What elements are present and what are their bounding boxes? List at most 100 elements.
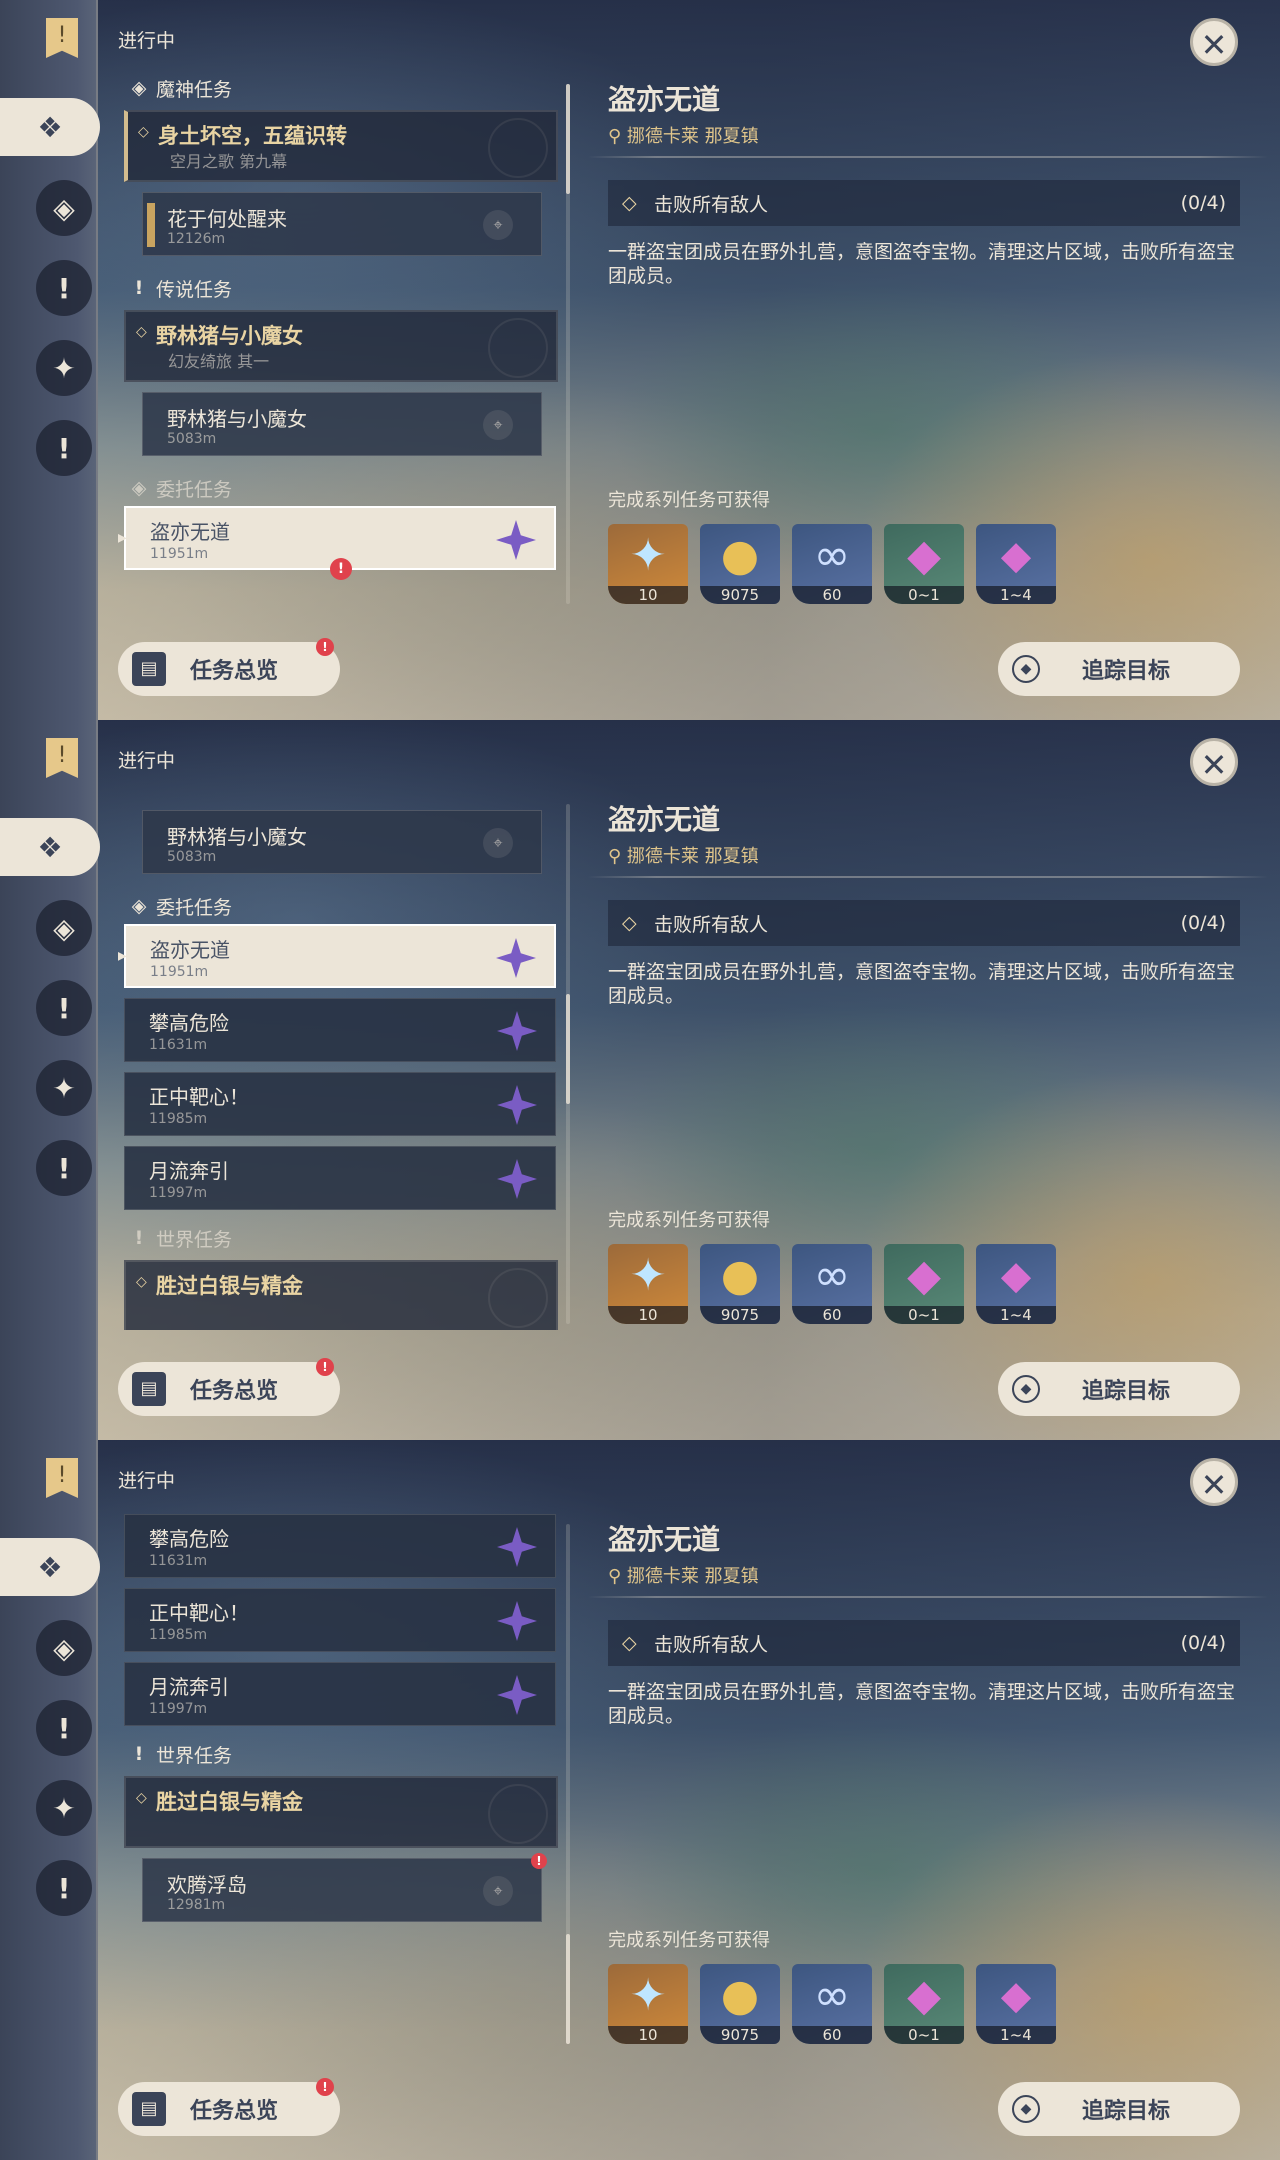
quest-title: 盗亦无道: [150, 938, 230, 962]
quest-overview-button[interactable]: ▤ 任务总览!: [118, 2078, 340, 2136]
scroll-thumb[interactable]: [566, 1934, 570, 2044]
quest-commission-2[interactable]: 攀高危险 11631m: [124, 998, 556, 1062]
quest-commission-4[interactable]: 月流奔引 11997m: [124, 1662, 556, 1726]
reward-primogem[interactable]: ✦ 10: [608, 524, 688, 604]
all-quests-tab[interactable]: ❖: [0, 98, 100, 156]
track-diamond-icon: ◆: [1012, 2095, 1040, 2123]
bookmark-icon[interactable]: !: [46, 738, 78, 778]
quest-commission-1[interactable]: ▶ 盗亦无道 11951m !: [118, 506, 556, 580]
quest-overview-button[interactable]: ▤ 任务总览!: [118, 1358, 340, 1416]
legend-quests-tab[interactable]: !: [36, 260, 92, 316]
quest-legend-step[interactable]: 野林猪与小魔女 5083m ⌖: [142, 392, 542, 456]
objective-diamond-icon: ◇: [622, 1632, 637, 1654]
exclamation-icon: !: [57, 991, 71, 1025]
commission-quests-tab[interactable]: ✦: [36, 340, 92, 396]
list-scrollbar[interactable]: [566, 1524, 570, 2044]
world-quests-tab[interactable]: !: [36, 1140, 92, 1196]
reward-crystal-cluster[interactable]: ⬥ 1~4: [976, 1964, 1056, 2044]
quest-world-step[interactable]: 欢腾浮岛 12981m ⌖ !: [142, 1853, 547, 1922]
reward-exp[interactable]: ∞ 60: [792, 1964, 872, 2044]
quest-commission-4[interactable]: 月流奔引 11997m: [124, 1146, 556, 1210]
track-target-button[interactable]: ◆ 追踪目标: [998, 2082, 1240, 2136]
reward-exp[interactable]: ∞ 60: [792, 524, 872, 604]
alert-icon: !: [316, 638, 334, 656]
quest-legend-main[interactable]: ◇ 野林猪与小魔女 幻友绮旅 其一: [124, 310, 558, 382]
scroll-thumb[interactable]: [566, 994, 570, 1104]
archon-emblem-icon: [488, 118, 548, 178]
quest-archon-main[interactable]: ◇ 身土坏空，五蕴识转 空月之歌 第九幕: [124, 110, 558, 182]
reward-mora[interactable]: ● 9075: [700, 1964, 780, 2044]
close-button[interactable]: ✕: [1190, 18, 1238, 66]
section-commission: ◈ 委托任务: [118, 888, 564, 924]
quest-archon-step[interactable]: 花于何处醒来 12126m ⌖: [142, 192, 542, 256]
quest-title: 攀高危险: [149, 1527, 229, 1551]
track-target-button[interactable]: ◆ 追踪目标: [998, 642, 1240, 696]
reward-crystal[interactable]: ◆ 0~1: [884, 1964, 964, 2044]
reward-crystal[interactable]: ◆ 0~1: [884, 524, 964, 604]
quest-world-main[interactable]: ◇ 胜过白银与精金: [124, 1260, 558, 1330]
location-pin-icon[interactable]: ⌖: [483, 210, 513, 240]
commission-quests-tab[interactable]: ✦: [36, 1780, 92, 1836]
reward-count: 9075: [700, 1306, 780, 1324]
quest-overview-button[interactable]: ▤ 任务总览!: [118, 638, 340, 696]
all-quests-tab[interactable]: ❖: [0, 1538, 100, 1596]
mora-icon: ●: [720, 1970, 760, 2021]
exp-icon: ∞: [813, 1970, 851, 2021]
close-button[interactable]: ✕: [1190, 1458, 1238, 1506]
reward-crystal[interactable]: ◆ 0~1: [884, 1244, 964, 1324]
location-pin-icon[interactable]: ⌖: [483, 410, 513, 440]
track-target-button[interactable]: ◆ 追踪目标: [998, 1362, 1240, 1416]
commission-quests-tab[interactable]: ✦: [36, 1060, 92, 1116]
section-archon: ◈ 魔神任务: [118, 70, 564, 106]
quest-distance: 12981m: [167, 1897, 226, 1913]
quest-distance: 5083m: [167, 431, 217, 447]
quest-title: 正中靶心！: [149, 1085, 249, 1109]
objective-count: (0/4): [1180, 912, 1226, 934]
archon-quests-tab[interactable]: ◈: [36, 900, 92, 956]
bookmark-icon[interactable]: !: [46, 1458, 78, 1498]
scroll-thumb[interactable]: [566, 84, 570, 194]
divider: [588, 156, 1268, 158]
quest-book-icon: ▤: [132, 1372, 166, 1406]
close-button[interactable]: ✕: [1190, 738, 1238, 786]
reward-count: 60: [792, 2026, 872, 2044]
rewards-label: 完成系列任务可获得: [608, 490, 770, 511]
quest-commission-3[interactable]: 正中靶心！ 11985m: [124, 1588, 556, 1652]
reward-mora[interactable]: ● 9075: [700, 1244, 780, 1324]
section-label: 魔神任务: [156, 78, 233, 101]
quest-title: 身土坏空，五蕴识转: [158, 124, 347, 148]
reward-crystal-cluster[interactable]: ⬥ 1~4: [976, 1244, 1056, 1324]
primogem-icon: ✦: [629, 1970, 667, 2021]
archon-quests-tab[interactable]: ◈: [36, 1620, 92, 1676]
reward-mora[interactable]: ● 9075: [700, 524, 780, 604]
all-quests-tab[interactable]: ❖: [0, 818, 100, 876]
quest-commission-2[interactable]: 攀高危险 11631m: [124, 1514, 556, 1578]
reward-count: 10: [608, 2026, 688, 2044]
quest-book-icon: ▤: [132, 652, 166, 686]
left-rail: ! ❖ ◈ ! ✦ !: [0, 720, 100, 1440]
commission-icon: ✦: [52, 1791, 76, 1825]
section-commission: ◈ 委托任务: [118, 470, 564, 506]
quest-commission-1[interactable]: ▶ 盗亦无道 11951m: [118, 924, 556, 988]
world-quests-tab[interactable]: !: [36, 420, 92, 476]
reward-primogem[interactable]: ✦ 10: [608, 1964, 688, 2044]
legend-quests-tab[interactable]: !: [36, 1700, 92, 1756]
quest-commission-3[interactable]: 正中靶心！ 11985m: [124, 1072, 556, 1136]
bookmark-icon[interactable]: !: [46, 18, 78, 58]
map-pin-icon: ⚲: [608, 1566, 627, 1587]
quest-title: 胜过白银与精金: [156, 1790, 303, 1814]
reward-exp[interactable]: ∞ 60: [792, 1244, 872, 1324]
list-scrollbar[interactable]: [566, 84, 570, 604]
reward-primogem[interactable]: ✦ 10: [608, 1244, 688, 1324]
location-pin-icon[interactable]: ⌖: [483, 828, 513, 858]
reward-crystal-cluster[interactable]: ⬥ 1~4: [976, 524, 1056, 604]
legend-quests-tab[interactable]: !: [36, 980, 92, 1036]
quest-diamond-icon: ◇: [136, 324, 147, 340]
location-pin-icon[interactable]: ⌖: [483, 1876, 513, 1906]
quest-world-main[interactable]: ◇ 胜过白银与精金: [124, 1776, 558, 1848]
world-emblem-icon: [488, 1784, 548, 1844]
archon-quests-tab[interactable]: ◈: [36, 180, 92, 236]
quest-legend-step[interactable]: 野林猪与小魔女 5083m ⌖: [142, 810, 542, 874]
world-quests-tab[interactable]: !: [36, 1860, 92, 1916]
list-scrollbar[interactable]: [566, 804, 570, 1324]
